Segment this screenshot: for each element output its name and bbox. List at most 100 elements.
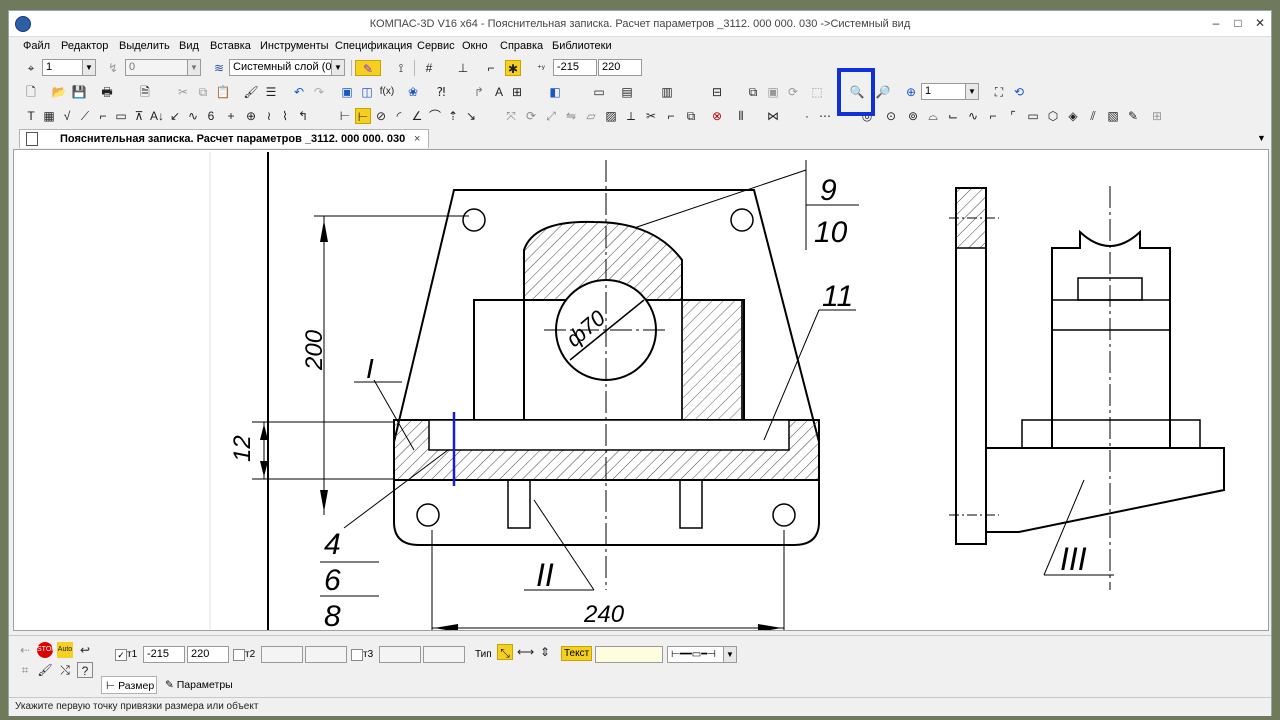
text-label[interactable]: Текст xyxy=(561,646,593,661)
document-tab-close[interactable]: × xyxy=(414,130,420,148)
variables-icon[interactable]: f(x) xyxy=(379,84,395,100)
menu-tools[interactable]: Инструменты xyxy=(260,40,329,52)
tab-size[interactable]: ⊢ Размер xyxy=(101,676,157,694)
layers-manager-icon[interactable]: ◫ xyxy=(359,84,375,100)
leader-icon[interactable]: ⟋ xyxy=(77,108,93,124)
tree-icon[interactable]: ⊟ xyxy=(709,84,725,100)
new-file-icon[interactable]: 🗋 xyxy=(23,84,39,100)
t3-x-field[interactable] xyxy=(379,646,421,663)
menu-window[interactable]: Окно xyxy=(462,40,488,52)
arrows-icon[interactable]: ⤭ xyxy=(57,662,73,678)
table-icon[interactable]: ⧉ xyxy=(745,84,761,100)
parallel-icon[interactable]: ⫴ xyxy=(733,108,749,124)
x-coordinate-field[interactable]: -215 xyxy=(553,59,597,76)
type-vertical-icon[interactable]: ⇕ xyxy=(537,644,553,660)
bezier-icon[interactable]: ∿ xyxy=(965,108,981,124)
t3-y-field[interactable] xyxy=(423,646,465,663)
layers-icon[interactable]: ≋ xyxy=(211,60,227,76)
menu-specification[interactable]: Спецификация xyxy=(335,40,412,52)
layer-state-icon[interactable]: ↯ xyxy=(105,60,121,76)
mirror-icon[interactable]: ⇋ xyxy=(563,108,579,124)
diameter-icon[interactable]: ⊘ xyxy=(373,108,389,124)
desktop-icon[interactable]: ▭ xyxy=(591,84,607,100)
point-icon[interactable]: · xyxy=(799,108,815,124)
deform-icon[interactable]: ▱ xyxy=(583,108,599,124)
pages-icon[interactable]: ▣ xyxy=(765,84,781,100)
tolerance-icon[interactable]: ▭ xyxy=(113,108,129,124)
drawing-canvas[interactable]: 200 12 240 ф70 I II III 4 6 8 9 10 11 xyxy=(13,149,1269,631)
break-icon[interactable]: ≀ xyxy=(261,108,277,124)
undo-icon[interactable]: ↶ xyxy=(291,84,307,100)
chamfer-icon[interactable]: ⌐ xyxy=(985,108,1001,124)
show-all-icon[interactable]: ⛶ xyxy=(991,84,1007,100)
height-dim-icon[interactable]: ⇡ xyxy=(445,108,461,124)
text-tool-icon[interactable]: T xyxy=(23,108,39,124)
brush-icon[interactable]: 🖌 xyxy=(37,662,53,678)
grid-icon[interactable]: # xyxy=(421,60,437,76)
redo-icon[interactable]: ↷ xyxy=(311,84,327,100)
properties-list-icon[interactable]: ☰ xyxy=(263,84,279,100)
t2-x-field[interactable] xyxy=(261,646,303,663)
delete-icon[interactable]: ⊗ xyxy=(709,108,725,124)
back-icon[interactable]: ⇠ xyxy=(17,642,33,658)
auto-create-icon[interactable]: Auto xyxy=(57,642,73,658)
view-number-select[interactable]: 1 ▼ xyxy=(42,59,96,76)
sheet-icon[interactable]: ▤ xyxy=(619,84,635,100)
fillet-icon[interactable]: ⌐ xyxy=(663,108,679,124)
cursor-icon[interactable]: ↩ xyxy=(77,642,93,658)
close-button[interactable]: ✕ xyxy=(1253,16,1267,30)
zoom-out-icon[interactable]: 🔎 xyxy=(875,84,891,100)
type-parallel-icon[interactable]: ⟷ xyxy=(517,644,534,660)
menu-service[interactable]: Сервис xyxy=(417,40,455,52)
chevron-down-icon[interactable]: ▼ xyxy=(187,60,200,75)
scale-icon[interactable]: ⤢ xyxy=(543,108,559,124)
y-coordinate-field[interactable]: 220 xyxy=(598,59,642,76)
linear-dim-icon[interactable]: ⊢ xyxy=(337,108,353,124)
view-state-icon[interactable]: ⌖ xyxy=(23,60,39,76)
open-folder-icon[interactable]: 📂 xyxy=(51,84,67,100)
chevron-down-icon[interactable]: ▼ xyxy=(82,60,95,75)
document-tab[interactable]: Пояснительная записка. Расчет параметров… xyxy=(19,129,429,148)
chevron-down-icon[interactable]: ▼ xyxy=(331,60,344,75)
menu-edit[interactable]: Редактор xyxy=(61,40,108,52)
style-picker-icon[interactable]: ✎ xyxy=(355,60,381,76)
wave-line-icon[interactable]: ⌇ xyxy=(277,108,293,124)
bom-icon[interactable]: ▥ xyxy=(659,84,675,100)
t2-checkbox[interactable] xyxy=(233,649,245,661)
regenerate-icon[interactable]: ⟲ xyxy=(1011,84,1027,100)
chevron-down-icon[interactable]: ▼ xyxy=(723,647,736,662)
pencil-icon[interactable]: ✎ xyxy=(1125,108,1141,124)
dimension-text-field[interactable] xyxy=(595,646,663,663)
equidistant-icon[interactable]: ⫽ xyxy=(1085,108,1101,124)
ellipse-icon[interactable]: ⊚ xyxy=(905,108,921,124)
menu-insert[interactable]: Вставка xyxy=(210,40,251,52)
polyline-icon[interactable]: ⌙ xyxy=(945,108,961,124)
print-icon[interactable]: 🖶 xyxy=(99,84,115,100)
t2-y-field[interactable] xyxy=(305,646,347,663)
spline-icon[interactable]: ∿ xyxy=(185,108,201,124)
axis-icon[interactable]: ⊕ xyxy=(243,108,259,124)
t3-checkbox[interactable] xyxy=(351,649,363,661)
grid-snap-icon[interactable]: ⌗ xyxy=(17,662,33,678)
save-icon[interactable]: 💾 xyxy=(71,84,87,100)
angle-dim-icon[interactable]: ∠ xyxy=(409,108,425,124)
menu-file[interactable]: Файл xyxy=(23,40,50,52)
view-refresh-icon[interactable]: ↱ xyxy=(471,84,487,100)
radius-icon[interactable]: ◜ xyxy=(391,108,407,124)
arc-dim-icon[interactable]: ⌒ xyxy=(427,108,443,124)
window-icon[interactable]: ◧ xyxy=(547,84,563,100)
minimize-button[interactable]: – xyxy=(1209,16,1223,30)
linear-dimension-active-icon[interactable]: ⊢ xyxy=(355,108,371,124)
cut-icon[interactable]: ✂ xyxy=(175,84,191,100)
split-icon[interactable]: ✂ xyxy=(643,108,659,124)
menu-view[interactable]: Вид xyxy=(179,40,199,52)
refresh-icon[interactable]: ⟳ xyxy=(785,84,801,100)
centerline-icon[interactable]: + xyxy=(223,108,239,124)
arc-icon[interactable]: ⌓ xyxy=(925,108,941,124)
view-icon[interactable]: ⊞ xyxy=(509,84,525,100)
extra-icon[interactable]: ⊞ xyxy=(1149,108,1165,124)
circle-icon[interactable]: ⊙ xyxy=(883,108,899,124)
local-cs-icon[interactable]: ⊥ xyxy=(455,60,471,76)
hatch-icon[interactable]: ▨ xyxy=(603,108,619,124)
layer-name-select[interactable]: Системный слой (0) ▼ xyxy=(229,59,345,76)
